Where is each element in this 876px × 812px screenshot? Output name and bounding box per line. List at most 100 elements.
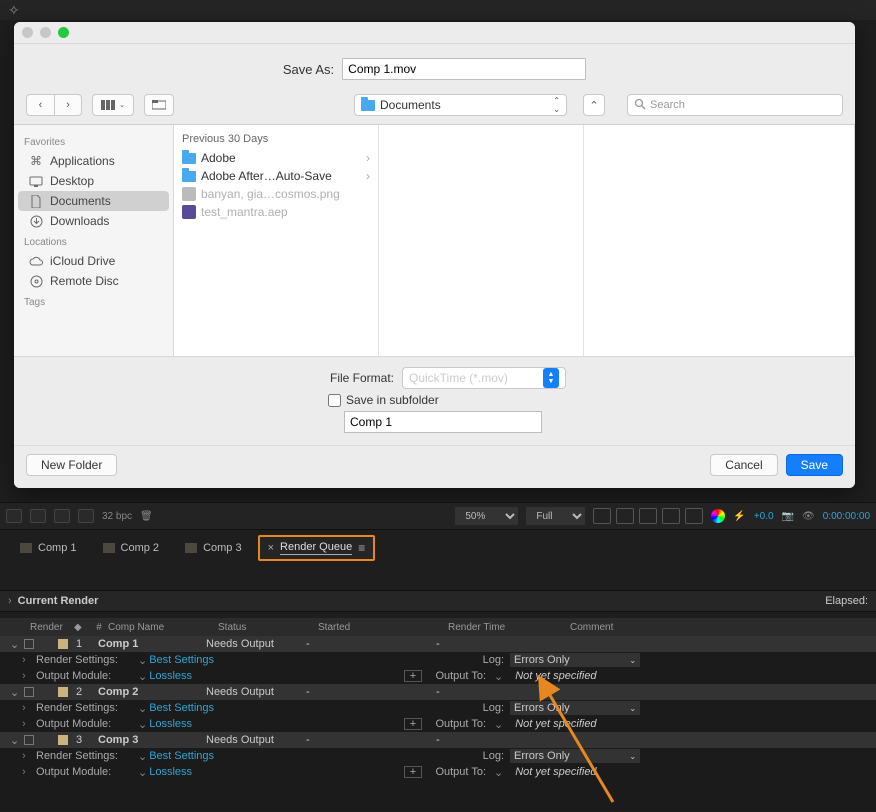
sidebar-item-icloud[interactable]: iCloud Drive — [18, 251, 169, 271]
add-output-button[interactable]: + — [404, 766, 422, 778]
group-button[interactable] — [144, 94, 174, 116]
browser-column-1: Previous 30 Days Adobe› Adobe After…Auto… — [174, 125, 379, 356]
add-output-button[interactable]: + — [404, 670, 422, 682]
render-settings-link[interactable]: Best Settings — [149, 654, 214, 666]
sidebar-item-desktop[interactable]: Desktop — [18, 171, 169, 191]
chevron-right-icon: › — [366, 169, 370, 183]
toggle-icon[interactable]: ⚡ — [733, 511, 745, 522]
queue-status: Needs Output — [206, 734, 306, 746]
viewer-btn[interactable] — [662, 508, 680, 524]
sidebar-item-applications[interactable]: ⌘Applications — [18, 151, 169, 171]
viewer-btn[interactable] — [639, 508, 657, 524]
output-to-value[interactable]: Not yet specified — [515, 670, 596, 682]
chevron-right-icon[interactable]: › — [8, 595, 12, 607]
log-select[interactable]: Errors Only⌄ — [510, 653, 640, 667]
tab-comp-3[interactable]: Comp 3 — [175, 537, 252, 559]
comp-swatch-icon — [58, 639, 68, 649]
sidebar-item-documents[interactable]: Documents — [18, 191, 169, 211]
sidebar-item-downloads[interactable]: Downloads — [18, 211, 169, 231]
viewer-btn[interactable] — [685, 508, 703, 524]
strip-icon[interactable] — [54, 509, 70, 523]
strip-icon[interactable] — [30, 509, 46, 523]
bpc-label[interactable]: 32 bpc — [102, 511, 132, 522]
queue-time: - — [436, 734, 440, 746]
subfolder-input[interactable] — [344, 411, 542, 433]
snapshot-icon[interactable]: 📷 — [782, 511, 794, 522]
elapsed-label: Elapsed: — [825, 595, 868, 607]
twirl-icon[interactable]: ⌄ — [10, 734, 24, 747]
output-module-link[interactable]: Lossless — [149, 670, 192, 682]
subfolder-checkbox[interactable] — [328, 394, 341, 407]
render-checkbox[interactable] — [24, 735, 34, 745]
twirl-icon[interactable]: › — [22, 654, 36, 666]
list-item[interactable]: Adobe› — [174, 149, 378, 167]
close-icon[interactable] — [22, 27, 33, 38]
chevron-down-icon[interactable]: ⌄ — [138, 718, 147, 731]
twirl-icon[interactable]: › — [22, 718, 36, 730]
viewer-btn[interactable] — [616, 508, 634, 524]
back-button[interactable]: ‹ — [26, 94, 54, 116]
chevron-down-icon[interactable]: ⌄ — [138, 702, 147, 715]
preview-icon[interactable]: 👁 — [802, 511, 815, 522]
view-mode-button[interactable]: ⌄ — [92, 94, 134, 116]
trash-icon[interactable]: 🗑 — [140, 511, 153, 522]
chevron-down-icon[interactable]: ⌄ — [138, 670, 147, 683]
file-format-select[interactable]: QuickTime (*.mov) ▲▼ — [402, 367, 566, 389]
zoom-icon[interactable] — [58, 27, 69, 38]
tab-label: Render Queue — [280, 541, 352, 555]
twirl-icon[interactable]: › — [22, 750, 36, 762]
output-to-value[interactable]: Not yet specified — [515, 766, 596, 778]
chevron-down-icon[interactable]: ⌄ — [494, 766, 503, 779]
resolution-select[interactable]: Full — [526, 507, 585, 525]
output-to-value[interactable]: Not yet specified — [515, 718, 596, 730]
search-field[interactable]: Search — [627, 94, 843, 116]
queue-item-row[interactable]: ⌄ 3 Comp 3 Needs Output - - — [0, 732, 876, 748]
chevron-down-icon[interactable]: ⌄ — [494, 670, 503, 683]
exposure-value[interactable]: +0.0 — [754, 511, 774, 522]
render-checkbox[interactable] — [24, 639, 34, 649]
twirl-icon[interactable]: › — [22, 670, 36, 682]
tab-comp-2[interactable]: Comp 2 — [93, 537, 170, 559]
render-settings-link[interactable]: Best Settings — [149, 750, 214, 762]
color-wheel-icon[interactable] — [711, 509, 725, 523]
list-item[interactable]: Adobe After…Auto-Save› — [174, 167, 378, 185]
collapse-button[interactable]: ⌃ — [583, 94, 605, 116]
timecode[interactable]: 0:00:00:00 — [823, 511, 870, 522]
new-folder-button[interactable]: New Folder — [26, 454, 117, 476]
render-settings-link[interactable]: Best Settings — [149, 702, 214, 714]
comp-swatch-icon — [58, 687, 68, 697]
filename-input[interactable] — [342, 58, 586, 80]
twirl-icon[interactable]: › — [22, 766, 36, 778]
add-output-button[interactable]: + — [404, 718, 422, 730]
queue-item-row[interactable]: ⌄ 2 Comp 2 Needs Output - - — [0, 684, 876, 700]
log-select[interactable]: Errors Only⌄ — [510, 701, 640, 715]
strip-icon[interactable] — [78, 509, 94, 523]
viewer-btn[interactable] — [593, 508, 611, 524]
file-browser: Favorites ⌘Applications Desktop Document… — [14, 125, 855, 356]
location-select[interactable]: Documents ⌃⌄ — [354, 94, 567, 116]
cancel-button[interactable]: Cancel — [710, 454, 777, 476]
zoom-select[interactable]: 50% — [455, 507, 518, 525]
twirl-icon[interactable]: › — [22, 702, 36, 714]
tab-render-queue[interactable]: × Render Queue ≡ — [258, 535, 376, 561]
forward-button[interactable]: › — [54, 94, 82, 116]
panel-menu-icon[interactable]: ≡ — [358, 541, 365, 555]
col-comment: Comment — [570, 622, 670, 633]
chevron-down-icon[interactable]: ⌄ — [138, 766, 147, 779]
output-module-link[interactable]: Lossless — [149, 718, 192, 730]
strip-icon[interactable] — [6, 509, 22, 523]
twirl-icon[interactable]: ⌄ — [10, 686, 24, 699]
output-module-link[interactable]: Lossless — [149, 766, 192, 778]
twirl-icon[interactable]: ⌄ — [10, 638, 24, 651]
close-icon[interactable]: × — [268, 542, 274, 554]
tab-comp-1[interactable]: Comp 1 — [10, 537, 87, 559]
log-select[interactable]: Errors Only⌄ — [510, 749, 640, 763]
render-checkbox[interactable] — [24, 687, 34, 697]
queue-num: 2 — [76, 686, 88, 698]
chevron-down-icon[interactable]: ⌄ — [138, 750, 147, 763]
save-button[interactable]: Save — [786, 454, 843, 476]
chevron-down-icon[interactable]: ⌄ — [138, 654, 147, 667]
chevron-down-icon[interactable]: ⌄ — [494, 718, 503, 731]
sidebar-item-remote-disc[interactable]: Remote Disc — [18, 271, 169, 291]
queue-item-row[interactable]: ⌄ 1 Comp 1 Needs Output - - — [0, 636, 876, 652]
